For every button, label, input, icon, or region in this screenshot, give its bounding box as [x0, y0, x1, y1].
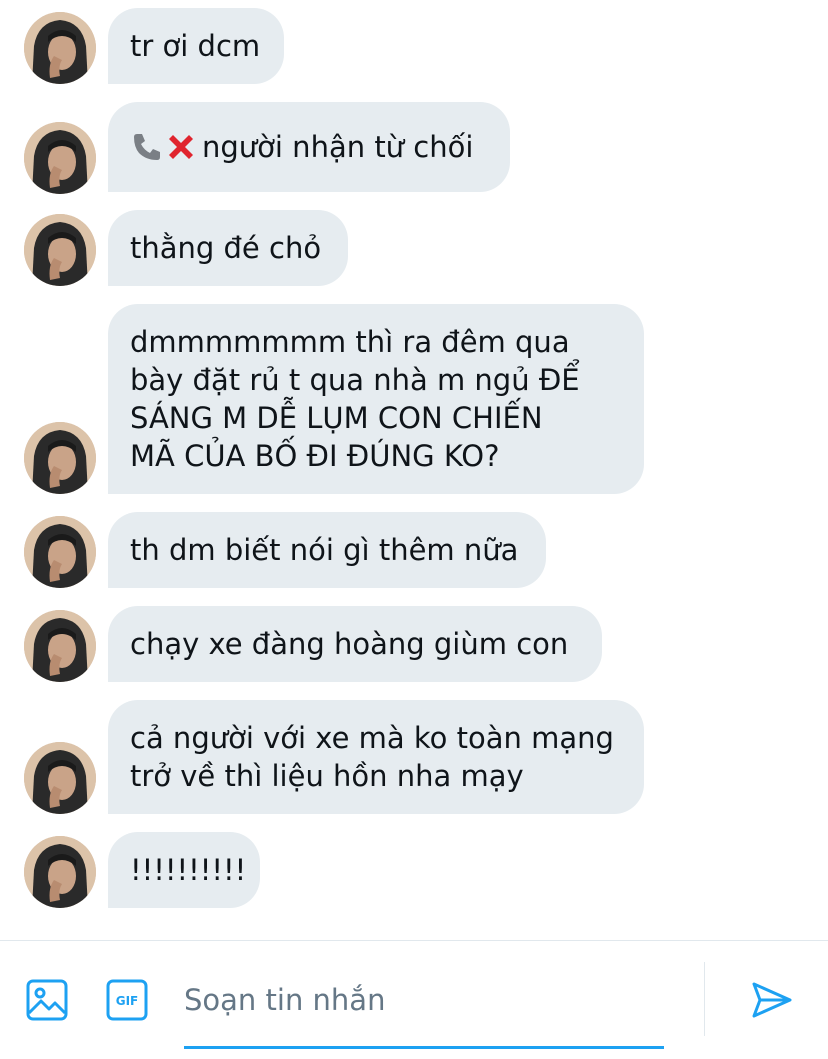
avatar[interactable] — [24, 516, 96, 588]
send-button[interactable] — [750, 978, 794, 1022]
avatar[interactable] — [24, 12, 96, 84]
message-text: tr ơi dcm — [130, 29, 261, 63]
avatar[interactable] — [24, 836, 96, 908]
gif-button[interactable]: GIF — [106, 979, 148, 1021]
message-bubble[interactable]: tr ơi dcm — [108, 8, 284, 84]
message-bubble[interactable]: th dm biết nói gì thêm nữa — [108, 512, 546, 588]
send-icon — [752, 982, 792, 1018]
message-bubble[interactable]: dmmmmmmm thì ra đêm qua bày đặt rủ t qua… — [108, 304, 644, 494]
gif-label: GIF — [116, 994, 139, 1008]
message-bubble[interactable]: cả người với xe mà ko toàn mạng trở về t… — [108, 700, 644, 814]
message-text: cả người với xe mà ko toàn mạng trở về t… — [130, 721, 614, 793]
avatar[interactable] — [24, 214, 96, 286]
message-text: th dm biết nói gì thêm nữa — [130, 533, 519, 567]
message-input[interactable] — [184, 975, 664, 1025]
avatar[interactable] — [24, 742, 96, 814]
red-cross-icon — [169, 135, 193, 159]
message-text: chạy xe đàng hoàng giùm con — [130, 627, 569, 661]
avatar[interactable] — [24, 122, 96, 194]
message-text: !!!!!!!!!! — [130, 853, 247, 887]
message-bubble[interactable]: thằng đé chỏ — [108, 210, 348, 286]
avatar[interactable] — [24, 610, 96, 682]
message-bubble[interactable]: !!!!!!!!!! — [108, 832, 260, 908]
composer-divider — [704, 962, 705, 1036]
avatar[interactable] — [24, 422, 96, 494]
missed-call-glyphs — [130, 130, 198, 164]
message-bubble[interactable]: chạy xe đàng hoàng giùm con — [108, 606, 602, 682]
message-bubble[interactable]: người nhận từ chối — [108, 102, 510, 192]
message-text: dmmmmmmm thì ra đêm qua bày đặt rủ t qua… — [130, 325, 580, 473]
image-icon — [26, 979, 68, 1021]
phone-icon — [134, 134, 160, 160]
image-button[interactable] — [26, 979, 68, 1021]
message-thread: tr ơi dcm người nhận từ chối thằng đé ch… — [0, 0, 828, 940]
input-underline — [184, 1046, 664, 1049]
gif-icon: GIF — [106, 979, 148, 1021]
message-text: thằng đé chỏ — [130, 231, 322, 265]
message-text: người nhận từ chối — [202, 130, 474, 164]
